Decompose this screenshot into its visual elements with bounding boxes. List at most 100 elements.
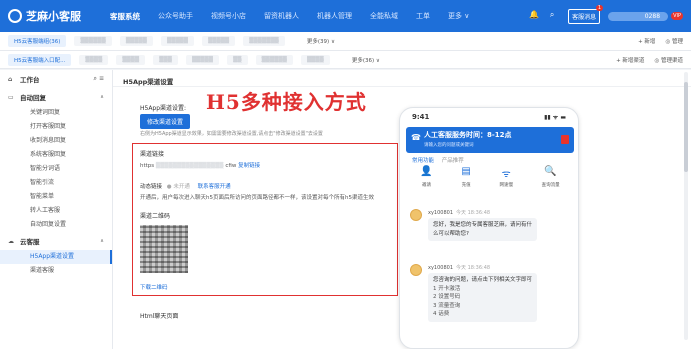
sidebar-workspace[interactable]: ⌂ 工作台 ⌕ ≡ [0,70,112,88]
chevron-up-icon: ∧ [99,94,104,100]
sidebar-item-transfer-agent[interactable]: 转人工客服 [0,204,112,218]
tab-product-recommend[interactable]: 产品推荐 [442,158,464,164]
dynamic-link-description: 开通后，用户每次进入聊天h5页面后所访问的页面路径都不一样，该设置对每个所有h5… [140,195,374,201]
quick-label: 网速慢 [499,183,514,188]
sidebar-group-label: 自动回复 [20,94,46,102]
user-account[interactable]: 0288 [608,11,669,21]
tab-blurred[interactable]: ▒▒▒▒▒ [185,54,220,65]
phone-status-bar: 9:41 ▮▮ ᯤ ▬ [400,108,578,126]
message-time: 今天 18:36:48 [456,210,491,216]
quick-label: 邀请 [422,183,432,188]
vip-tag: VIP [671,12,683,20]
chat-icon: ▭ [8,93,14,101]
tab-blurred[interactable]: ▒▒▒▒ [116,54,146,65]
download-qr-button[interactable]: 下载二维码 [140,283,168,291]
channel-link-blurred: ▒▒▒▒▒▒▒▒▒▒▒▒▒▒▒▒ [155,163,224,169]
channel-settings-label: H5App渠道设置: [140,105,187,112]
search-icon[interactable]: ⌕ [94,75,97,82]
nav-item-tickets[interactable]: 工单 [416,11,430,21]
tab-channel[interactable]: H5云客服端入口配... [8,53,72,66]
quick-label: 查询流量 [541,183,560,188]
tab-blurred[interactable]: ▒▒▒▒▒▒ [255,54,293,65]
tab-blurred[interactable]: ▒▒▒▒ [79,54,109,65]
phone-chat-header: ☎ 人工客服服务时间：8-12点 请输入您的问题或关键词 [406,127,574,153]
sidebar-item-smart-words[interactable]: 智能分词语 [0,162,112,176]
tab-blurred[interactable]: ▒▒ [227,54,248,65]
tab-blurred[interactable]: ▒▒▒▒▒ [160,36,195,46]
workspace-tools: ⌕ ≡ [94,75,105,83]
tab-common-functions[interactable]: 常用功能 [412,158,434,164]
sidebar-group-cloud-service[interactable]: ☁ 云客服 ∧ [0,232,112,250]
quick-label: 充值 [461,183,471,188]
logo-icon [8,9,22,23]
nav-item-official-account[interactable]: 公众号助手 [158,11,193,21]
service-hours-title: 人工客服服务时间：8-12点 [424,131,512,139]
more-channels-dropdown[interactable]: 更多(36) ∨ [352,56,380,64]
nav-item-private-domain[interactable]: 全能私域 [370,11,398,21]
sidebar-item-auto-reply-settings[interactable]: 自动回复设置 [0,218,112,232]
quick-invite[interactable]: 👤 邀请 [420,166,432,196]
nav-item-bot-management[interactable]: 机器人管理 [317,11,352,21]
message-meta: xy100801 今天 18:36:48 [428,209,490,216]
manage-channel-button[interactable]: ◎ 管理渠道 [654,56,683,64]
quick-slow-network[interactable]: ᯤ 网速慢 [500,166,514,196]
faq-option[interactable]: 2 设置号码 [433,293,532,302]
faq-option[interactable]: 1 开卡激活 [433,285,532,294]
search-icon[interactable]: ⌕ [546,10,558,22]
page-scrollbar[interactable] [684,72,688,340]
scrollbar-thumb[interactable] [684,82,688,172]
copy-link-button[interactable]: 复制链接 [238,163,260,169]
page-title: H5App渠道设置 [113,70,691,87]
tab-row1-actions: + 新增 ◎ 管理 [628,37,683,45]
manage-button[interactable]: ◎ 管理 [665,37,683,45]
channel-hint: 右侧为H5App渠道显示效果，如需需要修改渠道设置,请点击"修改渠道设置"去设置 [140,131,323,137]
sidebar-item-system-reply[interactable]: 系统客服回复 [0,148,112,162]
html-chat-page-label: Html聊天页面 [140,313,179,320]
add-button[interactable]: + 新增 [638,37,655,45]
menu-icon[interactable] [561,135,569,144]
sidebar-item-keyword-reply[interactable]: 关键词回复 [0,106,112,120]
nav-item-customer-service[interactable]: 客服系统 [110,11,140,22]
channel-link-prefix: https [140,163,155,169]
tab-blurred[interactable]: ▒▒▒▒▒▒▒ [243,36,285,46]
top-right-tools: 🔔 ⌕ 客服消息 1 0288 VIP [522,0,683,32]
tab-blurred[interactable]: ▒▒▒▒▒ [202,36,236,46]
sidebar-item-open-reply[interactable]: 打开客服回复 [0,120,112,134]
quick-data-query[interactable]: 🔍 查询流量 [542,166,560,196]
bell-icon[interactable]: 🔔 [528,10,540,22]
nav-item-lead-bot[interactable]: 留资机器人 [264,11,299,21]
faq-option[interactable]: 3 流量查询 [433,302,532,311]
sidebar-item-smart-menu[interactable]: 智能菜单 [0,190,112,204]
menu-icon[interactable]: ≡ [99,75,104,82]
nav-item-more[interactable]: 更多 ∨ [448,11,469,21]
headset-icon: ☎ [411,133,421,142]
channel-link-row: https ▒▒▒▒▒▒▒▒▒▒▒▒▒▒▒▒ cfiw 复制链接 [140,161,260,169]
modify-channel-button[interactable]: 修改渠道设置 [140,114,191,129]
search-icon: 🔍 [544,166,557,177]
sidebar-item-smart-traffic[interactable]: 智能引流 [0,176,112,190]
sidebar-item-message-reply[interactable]: 收到消息回复 [0,134,112,148]
customer-message-button[interactable]: 客服消息 1 [568,4,604,24]
more-tabs-dropdown[interactable]: 更多(39) ∨ [307,37,335,45]
phone-time: 9:41 [412,113,430,121]
tab-blurred[interactable]: ▒▒▒▒ [300,54,330,65]
app-logo[interactable]: 芝麻小客服 [8,8,110,24]
tab-row2-actions: + 新增渠道 ◎ 管理渠道 [606,56,683,64]
top-navigation-bar: 芝麻小客服 客服系统 公众号助手 视频号小店 留资机器人 机器人管理 全能私域 … [0,0,691,32]
dynamic-link-row: 动态链接 ● 未开通 联系客服开通 [140,182,231,190]
message-bubble: 您好，我是您的专属客服芝麻，请问有什 么可以帮助您? [428,218,538,241]
sidebar-item-channel-service[interactable]: 渠道客服 [0,264,112,278]
nav-item-video-store[interactable]: 视频号小店 [211,11,246,21]
add-channel-button[interactable]: + 新增渠道 [616,56,644,64]
faq-option[interactable]: 4 话费 [433,310,532,319]
qr-code-label: 渠道二维码 [140,213,171,220]
tab-channel-group[interactable]: H5云客服端组(36) [8,35,67,47]
quick-recharge[interactable]: ▤ 充值 [461,166,470,196]
tab-blurred[interactable]: ▒▒▒▒▒▒ [74,36,112,46]
tab-blurred[interactable]: ▒▒▒▒▒ [119,36,153,46]
tab-blurred[interactable]: ▒▒▒ [153,54,178,65]
sidebar-item-h5app-channel[interactable]: H5App渠道设置 [0,250,112,264]
sidebar-group-auto-reply[interactable]: ▭ 自动回复 ∧ [0,88,112,106]
user-icon: 👤 [420,166,433,177]
contact-service-link[interactable]: 联系客服开通 [198,184,231,190]
